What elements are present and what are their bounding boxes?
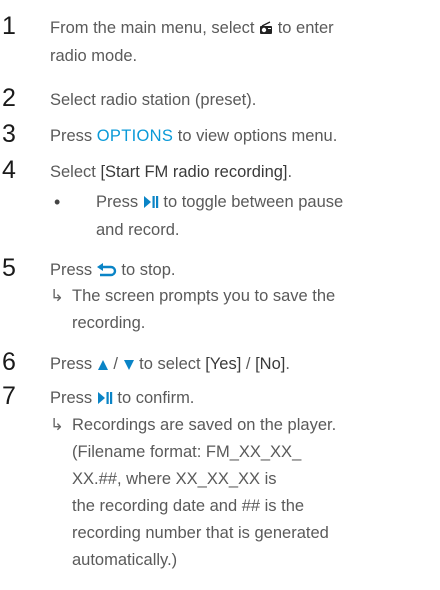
step-text: Press / to select [Yes] / [No]. <box>50 352 290 379</box>
result-arrow-icon: ↳ <box>50 416 64 434</box>
instruction-list: 1 From the main menu, select to enter ra… <box>0 0 440 590</box>
step-text: Press to stop. <box>50 258 176 285</box>
up-triangle-icon <box>97 354 109 379</box>
result-text-cont: the recording date and ## is the <box>72 497 305 515</box>
result-arrow-icon: ↳ <box>50 287 64 305</box>
radio-icon <box>259 18 273 43</box>
step-number: 6 <box>2 348 16 376</box>
play-pause-icon <box>143 192 159 217</box>
options-key: OPTIONS <box>96 127 174 145</box>
down-triangle-icon <box>123 354 135 379</box>
play-pause-icon <box>97 388 113 413</box>
step-text-cont: radio mode. <box>50 47 138 65</box>
step-number: 4 <box>2 156 16 184</box>
result-text: Recordings are saved on the player. <box>72 416 337 434</box>
result-text-cont: automatically.) <box>72 551 178 569</box>
step-text: Press to confirm. <box>50 386 194 413</box>
option-no: [No] <box>255 355 286 373</box>
bullet-text-cont: and record. <box>96 221 180 239</box>
result-text-cont: (Filename format: FM_XX_XX_ <box>72 443 302 461</box>
step-number: 1 <box>2 12 16 40</box>
bullet-dot: • <box>54 192 61 212</box>
result-text-cont: recording number that is generated <box>72 524 329 542</box>
result-text: The screen prompts you to save the <box>72 287 336 305</box>
back-icon <box>96 260 117 285</box>
step-text: Select radio station (preset). <box>50 91 257 109</box>
step-number: 2 <box>2 84 16 112</box>
option-yes: [Yes] <box>205 355 242 373</box>
step-number: 5 <box>2 254 16 282</box>
step-number: 7 <box>2 382 16 410</box>
step-number: 3 <box>2 120 16 148</box>
result-text-cont: XX.##, where XX_XX_XX is <box>72 470 277 488</box>
menu-option: [Start FM radio recording] <box>100 163 288 181</box>
step-text: From the main menu, select to enter <box>50 16 334 43</box>
step-text: Press OPTIONS to view options menu. <box>50 127 338 145</box>
result-text-cont: recording. <box>72 314 146 332</box>
step-text: Select [Start FM radio recording]. <box>50 163 293 181</box>
bullet-text: Press to toggle between pause <box>96 190 343 217</box>
